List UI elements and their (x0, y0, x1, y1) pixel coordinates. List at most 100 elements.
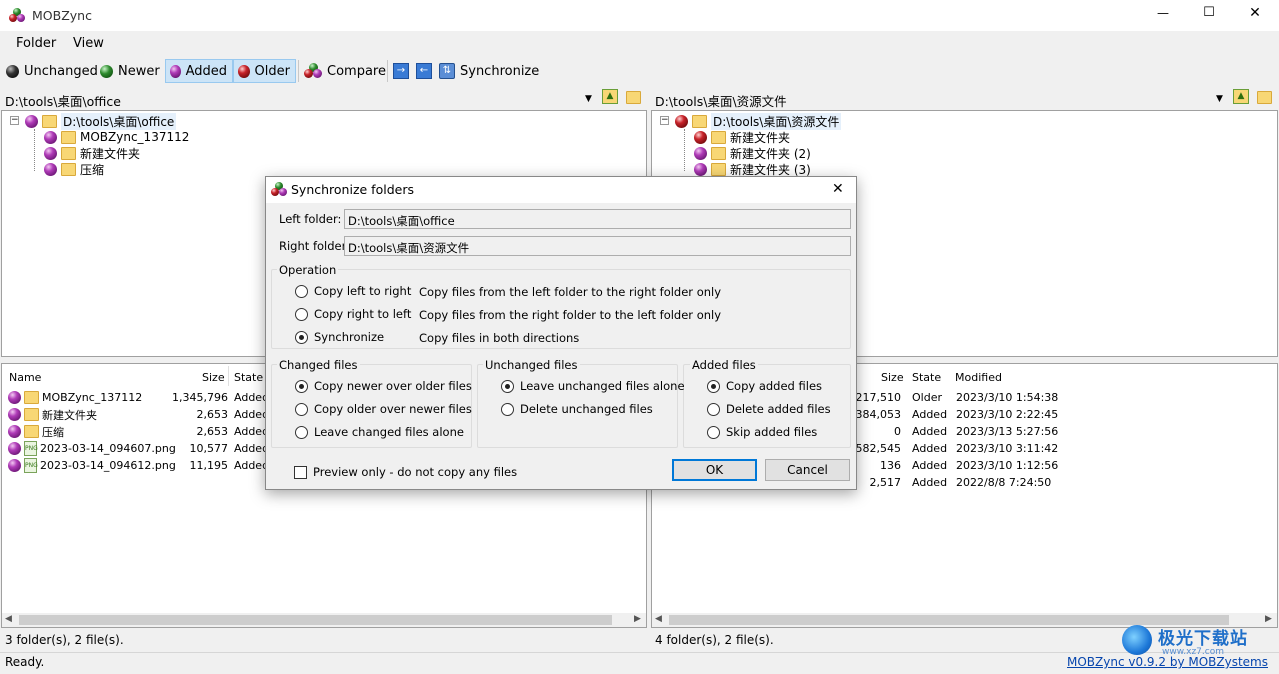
right-path-bar: D:\tools\桌面\资源文件 ▼ ▲ (650, 87, 1279, 109)
leave-changed-radio[interactable]: Leave changed files alone (295, 425, 464, 439)
column-header-size[interactable]: Size (202, 371, 225, 384)
column-header-state[interactable]: State (912, 371, 941, 384)
open-folder-icon[interactable] (1257, 91, 1272, 104)
copy-right-arrow-icon[interactable]: → (393, 63, 409, 79)
right-folder-label: Right folder: (279, 239, 350, 253)
row-size: 136 (880, 459, 901, 472)
collapse-icon[interactable]: − (10, 116, 19, 125)
png-file-icon: PNG (24, 458, 38, 473)
row-modified: 2023/3/10 1:54:38 (956, 391, 1059, 404)
column-header-state[interactable]: State (234, 371, 263, 384)
table-row[interactable]: MOBZync_137112 1,345,796 Added (8, 389, 288, 406)
folder-icon (711, 130, 726, 144)
minimize-button[interactable]: — (1152, 6, 1174, 20)
watermark: 极光下载站 www.xz7.com (1122, 623, 1272, 659)
row-size: 2,653 (196, 425, 229, 438)
cancel-button[interactable]: Cancel (765, 459, 850, 481)
copy-added-radio[interactable]: Copy added files (707, 379, 822, 393)
leave-unchanged-radio[interactable]: Leave unchanged files alone (501, 379, 685, 393)
tree-node[interactable]: 新建文件夹 (3) (694, 161, 811, 177)
status-ready: Ready. (5, 655, 45, 669)
operation-radio-2[interactable]: Synchronize (295, 330, 384, 344)
copy-left-arrow-icon[interactable]: ← (416, 63, 432, 79)
row-size: 582,545 (855, 442, 902, 455)
column-header-modified[interactable]: Modified (955, 371, 1002, 384)
synchronize-button[interactable]: ⇅ Synchronize (435, 59, 544, 83)
right-folder-field[interactable]: D:\tools\桌面\资源文件 (344, 236, 851, 256)
dialog-close-button[interactable]: ✕ (832, 181, 844, 197)
ok-button[interactable]: OK (672, 459, 757, 481)
row-modified: 2023/3/10 2:22:45 (956, 408, 1059, 421)
row-state: Added (234, 442, 270, 455)
chevron-down-icon[interactable]: ▼ (1216, 94, 1223, 104)
black-ball-icon (6, 64, 19, 78)
copy-newer-radio[interactable]: Copy newer over older files (295, 379, 472, 393)
dialog-title: Synchronize folders (291, 182, 414, 197)
right-path-input[interactable]: D:\tools\桌面\资源文件 (655, 91, 787, 110)
tree-node[interactable]: 新建文件夹 (44, 145, 140, 161)
synchronize-dialog: Synchronize folders ✕ Left folder: D:\to… (265, 176, 857, 490)
filter-added-button[interactable]: Added (165, 59, 233, 83)
row-state: Added (234, 459, 270, 472)
dialog-title-bar: Synchronize folders ✕ (266, 177, 856, 203)
folder-icon (24, 408, 39, 421)
table-row[interactable]: 136 Added 2023/3/10 1:12:56 (852, 457, 1072, 474)
table-row[interactable]: 582,545 Added 2023/3/10 3:11:42 (852, 440, 1072, 457)
tree-node[interactable]: MOBZync_137112 (44, 129, 189, 145)
tree-node[interactable]: 新建文件夹 (2) (694, 145, 811, 161)
tree-node[interactable]: 新建文件夹 (694, 129, 790, 145)
close-button[interactable]: ✕ (1244, 5, 1266, 21)
row-state: Added (912, 408, 948, 421)
table-row[interactable]: 2,517 Added 2022/8/8 7:24:50 (852, 474, 1072, 491)
tree-node-root[interactable]: D:\tools\桌面\资源文件 (675, 112, 842, 130)
collapse-icon[interactable]: − (660, 116, 669, 125)
left-path-input[interactable]: D:\tools\桌面\office (5, 91, 121, 110)
delete-added-radio[interactable]: Delete added files (707, 402, 831, 416)
row-state: Added (912, 459, 948, 472)
preview-only-checkbox[interactable]: Preview only - do not copy any files (294, 465, 517, 479)
row-name: 新建文件夹 (42, 408, 97, 422)
skip-added-radio[interactable]: Skip added files (707, 425, 817, 439)
table-row[interactable]: PNG 2023-03-14_094607.png 10,577 Added (8, 440, 288, 457)
folder-icon (711, 146, 726, 160)
operation-label: Operation (277, 263, 339, 277)
window-title: MOBZync (32, 8, 92, 23)
table-row[interactable]: 0 Added 2023/3/13 5:27:56 (852, 423, 1072, 440)
tree-node[interactable]: 压缩 (44, 161, 104, 177)
compare-button[interactable]: Compare (300, 59, 391, 83)
table-row[interactable]: 新建文件夹 2,653 Added (8, 406, 288, 423)
row-size: 11,195 (189, 459, 229, 472)
open-folder-icon[interactable] (626, 91, 641, 104)
folder-up-icon[interactable]: ▲ (1233, 89, 1249, 104)
purple-ball-icon (694, 146, 707, 160)
operation-radio-0[interactable]: Copy left to right (295, 284, 411, 298)
column-header-size[interactable]: Size (881, 371, 904, 384)
table-row[interactable]: 384,053 Added 2023/3/10 2:22:45 (852, 406, 1072, 423)
red-ball-icon (238, 64, 250, 78)
row-modified: 2023/3/13 5:27:56 (956, 425, 1059, 438)
left-path-bar: D:\tools\桌面\office ▼ ▲ (0, 87, 646, 109)
folder-up-icon[interactable]: ▲ (602, 89, 618, 104)
filter-newer-button[interactable]: Newer (96, 59, 165, 83)
unchanged-files-label: Unchanged files (483, 358, 580, 372)
chevron-down-icon[interactable]: ▼ (585, 94, 592, 104)
operation-radio-1[interactable]: Copy right to left (295, 307, 411, 321)
table-row[interactable]: 压缩 2,653 Added (8, 423, 288, 440)
table-row[interactable]: PNG 2023-03-14_094612.png 11,195 Added (8, 457, 288, 474)
column-header-name[interactable]: Name (9, 371, 41, 384)
menu-folder[interactable]: Folder (16, 36, 56, 51)
table-row[interactable]: 217,510 Older 2023/3/10 1:54:38 (852, 389, 1072, 406)
purple-ball-icon (8, 391, 21, 404)
left-folder-field[interactable]: D:\tools\桌面\office (344, 209, 851, 229)
row-state: Added (912, 425, 948, 438)
menu-view[interactable]: View (73, 36, 104, 51)
tree-node-root[interactable]: D:\tools\桌面\office (25, 112, 177, 130)
filter-older-button[interactable]: Older (233, 59, 296, 83)
horizontal-scrollbar[interactable]: ◀ ▶ (2, 613, 646, 627)
png-file-icon: PNG (24, 441, 38, 456)
added-files-label: Added files (690, 358, 758, 372)
copy-older-radio[interactable]: Copy older over newer files (295, 402, 472, 416)
maximize-button[interactable]: ☐ (1198, 5, 1220, 20)
delete-unchanged-radio[interactable]: Delete unchanged files (501, 402, 653, 416)
filter-unchanged-button[interactable]: Unchanged (2, 59, 103, 83)
